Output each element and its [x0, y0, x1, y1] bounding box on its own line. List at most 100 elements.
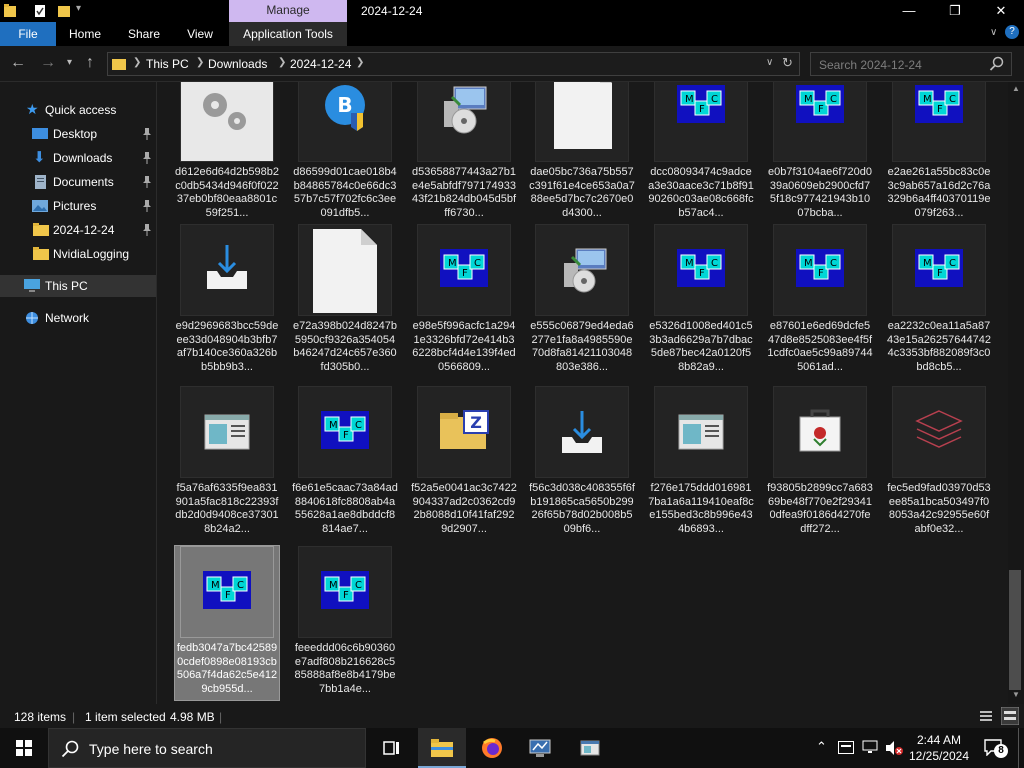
file-tile[interactable]: MFC e98e5f996acfc1a2941e3326bfd72e414b36… [412, 224, 516, 378]
maximize-icon: ❐ [949, 3, 961, 18]
breadcrumb-downloads[interactable]: Downloads [208, 57, 267, 71]
file-name: fedb3047a7bc425890cdef0898e08193cb506a7f… [176, 642, 278, 695]
customize-quick-access-icon[interactable]: ▾ [76, 3, 81, 14]
file-tile[interactable]: MFC e87601e6ed69dcfe547d8e8525083ee4f5f1… [767, 224, 873, 378]
taskbar-search[interactable]: Type here to search [48, 728, 366, 768]
nav-item-documents[interactable]: Documents [0, 171, 156, 193]
search-box[interactable]: Search 2024-12-24 [810, 52, 1012, 76]
breadcrumb-2024-12-24[interactable]: 2024-12-24 [290, 57, 351, 71]
svg-text:M: M [329, 580, 338, 591]
file-tile[interactable]: f5a76af6335f9ea831901a5fac818c22393fdb2d… [175, 386, 279, 540]
download-tray-icon [180, 224, 274, 316]
file-tile[interactable]: f93805b2899cc7a68369be48f770e2f293410dfe… [767, 386, 873, 540]
help-icon[interactable]: ? [1005, 25, 1019, 39]
nav-item-2024-12-24[interactable]: 2024-12-24 [0, 219, 156, 241]
tab-application-tools[interactable]: Application Tools [229, 22, 347, 46]
keyboard-icon[interactable] [838, 741, 854, 754]
file-tile[interactable]: MFC f6e61e5caac73a84ad8840618fc8808ab4a5… [292, 386, 398, 540]
notification-center-button[interactable]: 8 [984, 738, 1008, 758]
scrollbar-thumb[interactable] [1009, 570, 1021, 690]
address-bar[interactable]: ❯ This PC ❯ Downloads ❯ 2024-12-24 ❯ ∨ ↻ [107, 52, 800, 76]
large-icons-view-icon[interactable] [1001, 707, 1019, 725]
nav-item-network[interactable]: Network [0, 307, 156, 329]
show-hidden-icons-icon[interactable]: ⌃ [816, 739, 827, 755]
task-view-icon [383, 741, 399, 755]
svg-text:C: C [474, 258, 481, 269]
new-folder-icon[interactable] [58, 4, 70, 18]
nav-item-downloads[interactable]: ⬇ Downloads [0, 147, 156, 169]
file-tile[interactable]: MFC e5326d1008ed401c53b3ad6629a7b7dbac5d… [649, 224, 753, 378]
volume-muted-icon[interactable] [885, 740, 903, 756]
details-view-icon[interactable] [979, 709, 993, 723]
maximize-button[interactable]: ❐ [932, 0, 978, 22]
folder-icon[interactable] [4, 4, 16, 18]
nav-item-desktop[interactable]: Desktop [0, 123, 156, 145]
scroll-down-icon[interactable]: ▼ [1012, 690, 1020, 699]
pin-icon [143, 200, 151, 212]
nav-item-label: This PC [45, 279, 88, 293]
file-tile[interactable]: d612e6d64d2b598b2c0db5434d946f0f02237eb0… [175, 82, 279, 224]
tab-view[interactable]: View [176, 22, 224, 46]
search-icon [61, 740, 79, 758]
svg-text:M: M [685, 258, 694, 269]
file-tile[interactable]: f276e175ddd0169817ba1a6a119410eaf8ce155b… [648, 386, 754, 540]
nav-item-nvidialogging[interactable]: NvidiaLogging [0, 243, 156, 265]
file-tile[interactable]: dae05bc736a75b557c391f61e4ce653a0a788ee5… [529, 82, 635, 224]
expand-ribbon-icon[interactable]: ∨ [990, 27, 997, 38]
svg-text:M: M [923, 94, 932, 105]
task-view-button[interactable] [368, 728, 416, 768]
breadcrumb-this-pc[interactable]: This PC [146, 57, 189, 71]
file-tile[interactable]: Z f52a5e0041ac3c7422904337ad2c0362cd92b8… [411, 386, 517, 540]
tab-home[interactable]: Home [58, 22, 112, 46]
file-tile[interactable]: e9d2969683bcc59deee33d048904b3bfb7af7b14… [176, 224, 278, 378]
svg-text:M: M [804, 94, 813, 105]
nav-item-pictures[interactable]: Pictures [0, 195, 156, 217]
file-tile[interactable]: e555c06879ed4eda6277e1fa8a4985590e70d8fa… [530, 224, 634, 378]
system-clock[interactable]: 2:44 AM 12/25/2024 [905, 732, 973, 764]
svg-text:C: C [237, 580, 244, 591]
recent-locations-icon[interactable]: ▾ [67, 54, 72, 72]
selected-count: 1 item selected [85, 710, 166, 724]
file-tile-selected[interactable]: MFC fedb3047a7bc425890cdef0898e08193cb50… [174, 545, 280, 701]
svg-text:C: C [949, 258, 956, 269]
taskbar-app-window[interactable] [566, 728, 614, 768]
pin-icon [143, 152, 151, 164]
nav-item-quick-access[interactable]: ★ Quick access [0, 99, 156, 121]
svg-text:M: M [804, 258, 813, 269]
svg-text:F: F [937, 104, 943, 115]
up-arrow-icon[interactable]: ↑ [86, 54, 94, 72]
network-icon [26, 312, 38, 324]
file-tile[interactable]: MFC e2ae261a55bc83c0e3c9ab657a16d2c76a32… [888, 82, 990, 224]
taskbar-file-explorer[interactable] [418, 728, 466, 768]
svg-text:F: F [937, 268, 943, 279]
taskbar-network-app[interactable] [516, 728, 564, 768]
tab-share[interactable]: Share [118, 22, 170, 46]
back-arrow-icon[interactable]: ← [10, 54, 26, 72]
nav-item-this-pc[interactable]: This PC [0, 275, 156, 297]
file-tile[interactable]: MFC dcc08093474c9adcea3e30aace3c71b8f919… [648, 82, 754, 224]
file-tile[interactable]: e72a398b024d8247b5950cf9326a354054b46247… [293, 224, 397, 378]
file-tile[interactable]: d53658877443a27b1e4e5abfdf79717493343f21… [412, 82, 516, 224]
refresh-icon[interactable]: ↻ [782, 55, 793, 71]
windows-start-icon[interactable] [16, 740, 32, 756]
close-button[interactable]: ✕ [978, 0, 1024, 22]
mfc-app-icon: MFC [892, 82, 986, 162]
file-tile[interactable]: MFC feeeddd06c6b90360e7adf808b216628c585… [295, 546, 395, 700]
forward-arrow-icon[interactable]: → [40, 54, 56, 72]
network-status-icon[interactable] [862, 740, 878, 754]
file-tile[interactable]: B d86599d01cae018b4b84865784c0e66dc357b7… [293, 82, 397, 224]
file-tile[interactable]: MFC ea2232c0ea11a5a8743e15a262576447424c… [887, 224, 991, 378]
address-dropdown-icon[interactable]: ∨ [766, 57, 773, 68]
file-tile[interactable]: fec5ed9fad03970d53ee85a1bca503497f08053a… [887, 386, 991, 540]
file-tile[interactable]: MFC e0b7f3104ae6f720d039a0609eb2900cfd75… [768, 82, 872, 224]
file-tile[interactable]: f56c3d038c408355f6fb191865ca5650b29926f6… [529, 386, 635, 540]
properties-icon[interactable] [34, 4, 46, 18]
file-name: f52a5e0041ac3c7422904337ad2c0362cd92b808… [411, 482, 517, 535]
tab-file[interactable]: File [0, 22, 56, 46]
tab-manage[interactable]: Manage [229, 0, 347, 22]
minimize-button[interactable]: — [886, 0, 932, 22]
show-desktop-button[interactable] [1018, 728, 1024, 768]
folder-icon [112, 59, 126, 70]
scroll-up-icon[interactable]: ▲ [1012, 84, 1020, 93]
taskbar-firefox[interactable] [468, 728, 516, 768]
